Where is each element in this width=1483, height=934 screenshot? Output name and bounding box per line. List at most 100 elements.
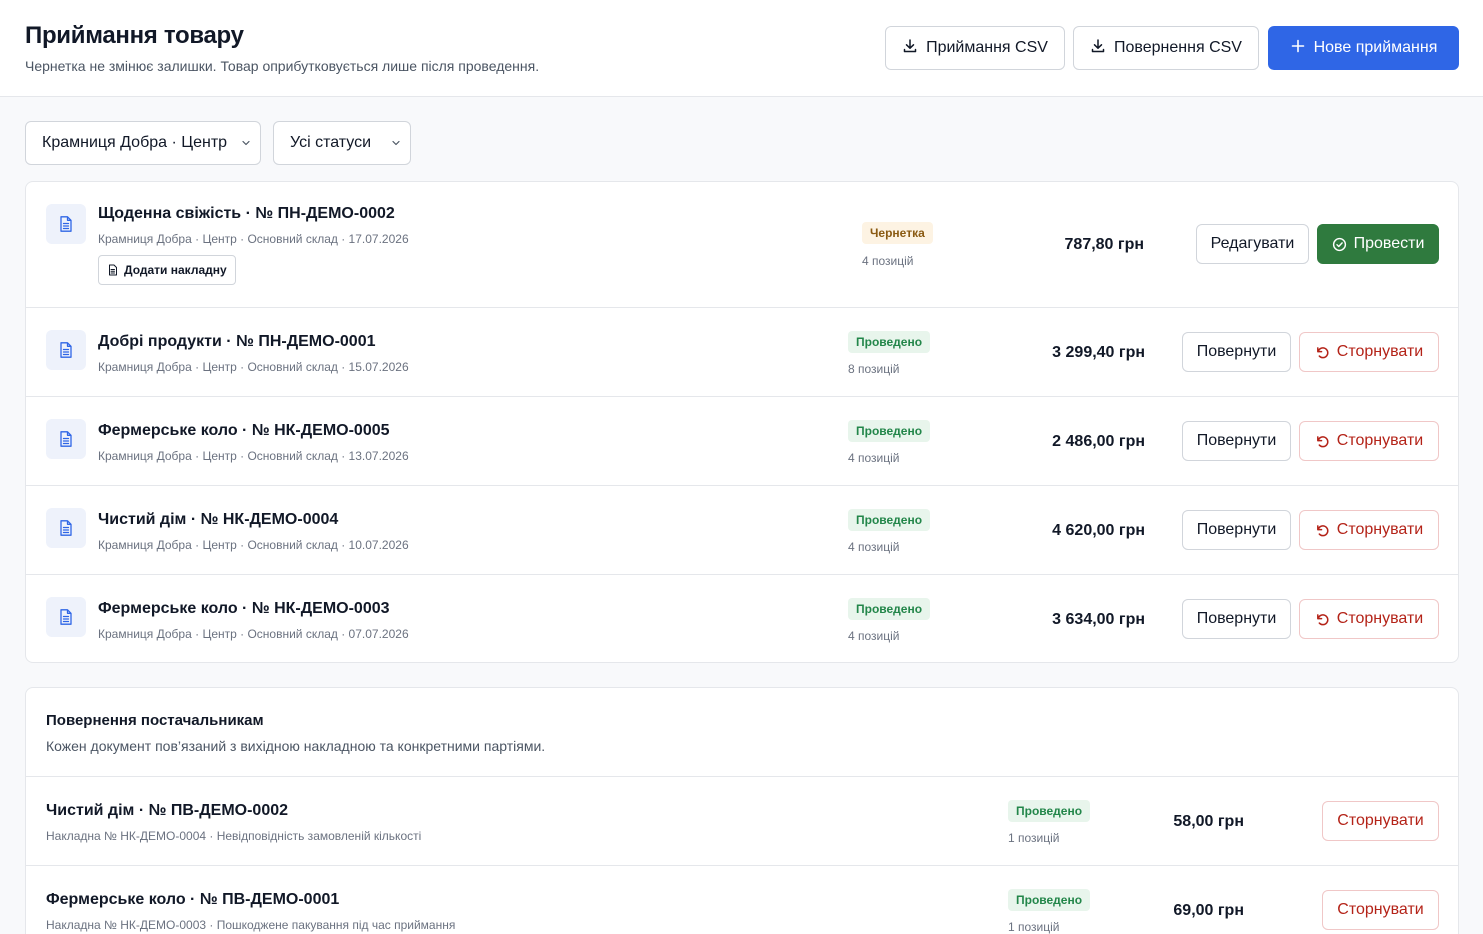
store-select[interactable]: Крамниця Добра · Центр [25,121,261,165]
undo-icon [1316,346,1329,358]
edit-button[interactable]: Редагувати [1196,224,1309,264]
receipt-amount: 3 299,40 грн [1052,344,1145,361]
receipt-meta: Крамниця Добра · Центр · Основний склад … [98,627,409,641]
return-button[interactable]: Повернути [1182,510,1291,550]
reverse-button[interactable]: Сторнувати [1299,510,1439,550]
return-label: Повернути [1196,610,1277,627]
return-meta: Накладна № НК-ДЕМО-0003 · Пошкоджене пак… [46,918,456,932]
attach-invoice-label: Додати накладну [124,263,227,277]
reverse-label: Сторнувати [1336,610,1424,627]
return-button[interactable]: Повернути [1182,332,1291,372]
store-select-value: Крамниця Добра · Центр [42,134,228,151]
receipt-title: Фермерське коло · № НК-ДЕМО-0003 [98,600,390,617]
return-amount: 58,00 грн [1173,813,1244,830]
receipt-row: Фермерське коло · № НК-ДЕМО-0005 Крамниц… [26,396,1458,485]
reverse-button[interactable]: Сторнувати [1322,890,1439,930]
status-badge: Проведено [1008,889,1091,911]
export-receipts-csv-label: Приймання CSV [926,39,1048,56]
status-badge: Проведено [848,598,931,620]
new-receipt-label: Нове приймання [1313,39,1438,56]
supplier-returns-section: Повернення постачальникам Кожен документ… [25,687,1459,934]
undo-icon [1316,524,1329,536]
export-returns-csv-label: Повернення CSV [1114,39,1242,56]
chevron-down-icon [392,140,400,146]
reverse-label: Сторнувати [1337,812,1424,829]
positions-count: 4 позицій [848,629,900,643]
section-title: Повернення постачальникам [46,712,264,729]
return-button[interactable]: Повернути [1182,599,1291,639]
receipt-amount: 3 634,00 грн [1052,611,1145,628]
document-icon [46,597,86,637]
document-icon [109,264,117,276]
plus-icon [1290,38,1306,59]
receipt-title: Чистий дім · № НК-ДЕМО-0004 [98,511,339,528]
positions-count: 8 позицій [848,362,900,376]
reverse-label: Сторнувати [1336,521,1424,538]
receipt-amount: 787,80 грн [1064,236,1144,253]
return-label: Повернути [1196,521,1277,538]
positions-count: 4 позицій [848,451,900,465]
receipts-list: Щоденна свіжість · № ПН-ДЕМО-0002 Крамни… [25,181,1459,663]
return-label: Повернути [1196,432,1277,449]
document-icon [46,508,86,548]
page-subtitle: Чернетка не змінює залишки. Товар оприбу… [25,58,540,74]
receipt-meta: Крамниця Добра · Центр · Основний склад … [98,538,409,552]
receipt-row: Добрі продукти · № ПН-ДЕМО-0001 Крамниця… [26,307,1458,396]
receipt-meta: Крамниця Добра · Центр · Основний склад … [98,360,409,374]
post-label: Провести [1353,235,1425,252]
return-meta: Накладна № НК-ДЕМО-0004 · Невідповідніст… [46,829,422,843]
undo-icon [1316,613,1329,625]
return-title: Чистий дім · № ПВ-ДЕМО-0002 [46,802,289,819]
edit-label: Редагувати [1210,235,1295,252]
post-button[interactable]: Провести [1317,224,1439,264]
receipt-title: Щоденна свіжість · № ПН-ДЕМО-0002 [98,205,395,222]
reverse-button[interactable]: Сторнувати [1322,801,1439,841]
export-receipts-csv-button[interactable]: Приймання CSV [885,26,1065,70]
document-icon [46,419,86,459]
positions-count: 4 позицій [848,540,900,554]
receipt-row: Чистий дім · № НК-ДЕМО-0004 Крамниця Доб… [26,485,1458,574]
reverse-label: Сторнувати [1337,901,1424,918]
reverse-button[interactable]: Сторнувати [1299,332,1439,372]
page-title: Приймання товару [25,22,244,49]
receipt-title: Добрі продукти · № ПН-ДЕМО-0001 [98,333,376,350]
reverse-label: Сторнувати [1336,432,1424,449]
page-header: Приймання товару Чернетка не змінює зали… [0,0,1483,97]
reverse-label: Сторнувати [1336,343,1424,360]
status-badge: Проведено [848,509,931,531]
return-label: Повернути [1196,343,1277,360]
status-badge: Проведено [848,331,931,353]
attach-invoice-button[interactable]: Додати накладну [98,255,236,285]
export-returns-csv-button[interactable]: Повернення CSV [1073,26,1259,70]
download-icon [1090,38,1106,59]
receipt-amount: 2 486,00 грн [1052,433,1145,450]
receipt-amount: 4 620,00 грн [1052,522,1145,539]
return-title: Фермерське коло · № ПВ-ДЕМО-0001 [46,891,340,908]
return-button[interactable]: Повернути [1182,421,1291,461]
return-row: Фермерське коло · № ПВ-ДЕМО-0001 Накладн… [26,865,1458,934]
positions-count: 1 позицій [1008,831,1060,845]
status-badge: Проведено [1008,800,1091,822]
status-select-value: Усі статуси [290,134,372,151]
receipt-meta: Крамниця Добра · Центр · Основний склад … [98,232,409,246]
download-icon [902,38,918,59]
section-subtitle: Кожен документ пов’язаний з вихідною нак… [46,738,546,754]
status-badge: Проведено [848,420,931,442]
new-receipt-button[interactable]: Нове приймання [1268,26,1459,70]
return-amount: 69,00 грн [1173,902,1244,919]
receipt-row: Щоденна свіжість · № ПН-ДЕМО-0002 Крамни… [26,182,1458,307]
reverse-button[interactable]: Сторнувати [1299,599,1439,639]
receipt-meta: Крамниця Добра · Центр · Основний склад … [98,449,409,463]
chevron-down-icon [242,140,250,146]
status-badge: Чернетка [862,222,933,244]
undo-icon [1316,435,1329,447]
document-icon [46,330,86,370]
positions-count: 1 позицій [1008,920,1060,934]
check-circle-icon [1332,237,1346,251]
reverse-button[interactable]: Сторнувати [1299,421,1439,461]
positions-count: 4 позицій [862,254,914,268]
return-row: Чистий дім · № ПВ-ДЕМО-0002 Накладна № Н… [26,776,1458,865]
receipt-row: Фермерське коло · № НК-ДЕМО-0003 Крамниц… [26,574,1458,662]
status-select[interactable]: Усі статуси [273,121,411,165]
document-icon [46,204,86,244]
